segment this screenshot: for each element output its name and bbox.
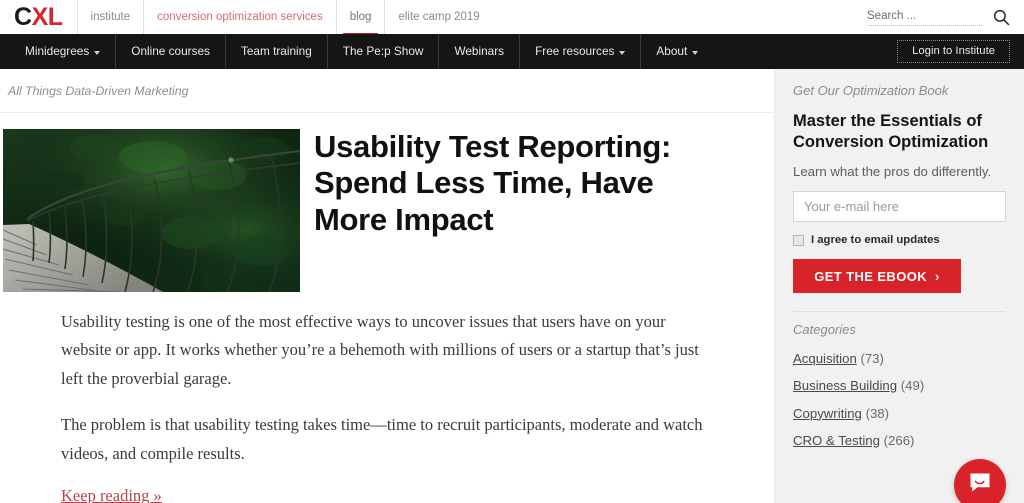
- categories-list: Acquisition (73) Business Building (49) …: [793, 350, 1006, 449]
- nav-item-the-pep-show[interactable]: The Pe:p Show: [326, 34, 439, 69]
- list-item: Business Building (49): [793, 377, 1006, 394]
- ebook-kicker: Get Our Optimization Book: [793, 83, 949, 98]
- login-to-institute-button[interactable]: Login to Institute: [897, 40, 1010, 63]
- nav-label-online-courses: Online courses: [131, 44, 210, 58]
- chevron-down-icon: [94, 50, 101, 55]
- get-the-ebook-label: GET THE EBOOK: [814, 268, 928, 284]
- nav-label-about: About: [656, 44, 688, 58]
- category-link-business-building[interactable]: Business Building: [793, 378, 897, 393]
- article-body: Usability testing is one of the most eff…: [0, 292, 774, 503]
- nav-label-minidegrees: Minidegrees: [25, 44, 90, 58]
- nav-item-about[interactable]: About: [640, 34, 713, 69]
- nav-item-team-training[interactable]: Team training: [224, 34, 327, 69]
- category-link-copywriting[interactable]: Copywriting: [793, 406, 862, 421]
- category-count-acquisition: (73): [860, 351, 884, 367]
- page-body: All Things Data-Driven Marketing Usabili…: [0, 69, 1024, 503]
- get-the-ebook-button[interactable]: GET THE EBOOK ›: [793, 259, 961, 294]
- top-links: institute conversion optimization servic…: [76, 0, 493, 37]
- top-link-elite-camp-2019[interactable]: elite camp 2019: [384, 0, 492, 34]
- chevron-right-icon: ›: [935, 268, 940, 284]
- nav-label-webinars: Webinars: [454, 44, 505, 58]
- category-link-acquisition[interactable]: Acquisition: [793, 351, 857, 366]
- nav-item-webinars[interactable]: Webinars: [438, 34, 519, 69]
- categories-heading: Categories: [793, 322, 856, 338]
- agree-checkbox[interactable]: [793, 234, 804, 246]
- nav-label-the-pep-show: The Pe:p Show: [342, 44, 424, 58]
- featured-article: Usability Test Reporting: Spend Less Tim…: [0, 113, 774, 292]
- search-area: [867, 0, 1010, 34]
- site-tagline: All Things Data-Driven Marketing: [8, 83, 189, 98]
- nav-label-free-resources: Free resources: [535, 44, 615, 58]
- article-hero-image[interactable]: [3, 129, 300, 292]
- article-headline-wrap: Usability Test Reporting: Spend Less Tim…: [300, 129, 774, 292]
- logo-text-c: C: [14, 2, 32, 31]
- keep-reading-link[interactable]: Keep reading »: [61, 486, 162, 503]
- main-content-column: All Things Data-Driven Marketing Usabili…: [0, 69, 775, 503]
- category-count-business-building: (49): [900, 378, 925, 394]
- top-link-blog[interactable]: blog: [335, 0, 385, 37]
- main-navigation-bar: Minidegrees Online courses Team training…: [0, 34, 1024, 69]
- article-paragraph-1: Usability testing is one of the most eff…: [61, 312, 699, 388]
- chat-bubble-icon: [967, 470, 993, 501]
- top-header-bar: CXL institute conversion optimization se…: [0, 0, 1024, 37]
- agree-checkbox-label: I agree to email updates: [811, 234, 940, 247]
- list-item: CRO & Testing (266): [793, 432, 1006, 449]
- article-paragraph-2: The problem is that usability testing ta…: [61, 415, 703, 463]
- categories-widget: Categories Acquisition (73) Business Bui…: [775, 312, 1024, 449]
- nav-label-team-training: Team training: [240, 44, 312, 58]
- chevron-down-icon: [692, 50, 699, 55]
- page-title[interactable]: Usability Test Reporting: Spend Less Tim…: [314, 129, 726, 238]
- cxl-logo[interactable]: CXL: [14, 2, 63, 31]
- list-item: Copywriting (38): [793, 405, 1006, 422]
- category-count-cro-and-testing: (266): [883, 432, 915, 448]
- category-count-copywriting: (38): [865, 405, 890, 421]
- site-tagline-row: All Things Data-Driven Marketing: [0, 69, 774, 113]
- category-link-cro-and-testing[interactable]: CRO & Testing: [793, 433, 880, 448]
- agree-to-updates-row[interactable]: I agree to email updates: [793, 234, 1006, 246]
- ebook-title: Master the Essentials of Conversion Opti…: [793, 112, 989, 151]
- list-item: Acquisition (73): [793, 350, 1006, 367]
- chevron-down-icon: [619, 50, 626, 55]
- logo-text-xl: XL: [31, 2, 63, 31]
- nav-item-free-resources[interactable]: Free resources: [519, 34, 640, 69]
- chat-launcher-button[interactable]: [954, 459, 1006, 503]
- email-field[interactable]: [793, 191, 1006, 223]
- ebook-signup-widget: Get Our Optimization Book Master the Ess…: [775, 69, 1024, 313]
- search-icon[interactable]: [992, 8, 1010, 26]
- search-input[interactable]: [867, 8, 982, 26]
- top-link-conversion-optimization-services[interactable]: conversion optimization services: [143, 0, 336, 34]
- nav-item-minidegrees[interactable]: Minidegrees: [10, 34, 115, 69]
- nav-item-online-courses[interactable]: Online courses: [115, 34, 225, 69]
- ebook-subtitle: Learn what the pros do differently.: [793, 164, 992, 180]
- sidebar: Get Our Optimization Book Master the Ess…: [775, 69, 1024, 503]
- top-link-institute[interactable]: institute: [76, 0, 144, 34]
